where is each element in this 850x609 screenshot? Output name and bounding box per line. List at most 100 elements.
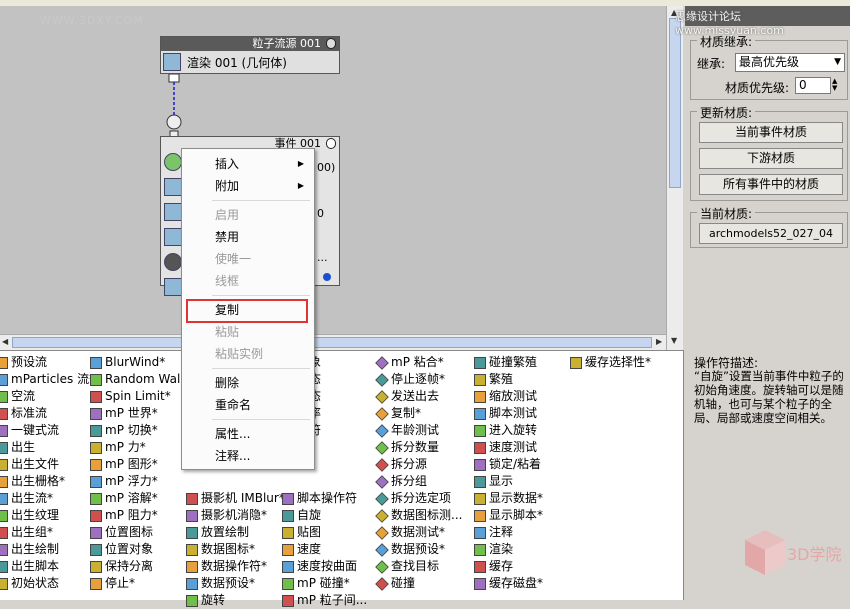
menu-item-paste-instanced[interactable]: 粘贴实例 <box>182 343 314 365</box>
depot-item[interactable]: 出生组* <box>0 524 95 541</box>
depot-item[interactable]: 数据测试* <box>375 524 462 541</box>
depot-item[interactable]: 显示数据* <box>474 490 543 507</box>
depot-item[interactable]: 出生流* <box>0 490 95 507</box>
vertical-scroll-thumb[interactable] <box>669 18 681 188</box>
depot-item[interactable]: 自旋 <box>282 507 367 524</box>
output-dot-icon[interactable] <box>323 273 331 281</box>
depot-item[interactable]: mP 力* <box>90 439 193 456</box>
depot-item[interactable]: 出生脚本 <box>0 558 95 575</box>
material-priority-spinner[interactable]: 0 ▲ ▼ <box>795 77 837 94</box>
menu-item-append[interactable]: 附加 ▶ <box>182 175 314 197</box>
downstream-material-button[interactable]: 下游材质 <box>699 148 843 169</box>
depot-item[interactable]: 显示 <box>474 473 543 490</box>
depot-item[interactable]: 缓存 <box>474 558 543 575</box>
depot-item[interactable]: 数据预设* <box>186 575 285 592</box>
depot-item[interactable]: 碰撞繁殖 <box>474 354 543 371</box>
depot-item[interactable]: mParticles 流* <box>0 371 95 388</box>
inherit-select[interactable]: 最高优先级 ▼ <box>735 53 845 72</box>
depot-item[interactable]: mP 图形* <box>90 456 193 473</box>
depot-item[interactable]: 停止逐帧* <box>375 371 462 388</box>
menu-item-disable[interactable]: 禁用 <box>182 226 314 248</box>
depot-item[interactable]: 缩放测试 <box>474 388 543 405</box>
depot-item[interactable]: 显示脚本* <box>474 507 543 524</box>
depot-item[interactable]: 空流 <box>0 388 95 405</box>
bulb-icon[interactable] <box>326 38 336 49</box>
menu-item-paste[interactable]: 粘贴 <box>182 321 314 343</box>
depot-item[interactable]: 数据操作符* <box>186 558 285 575</box>
depot-item[interactable]: 摄影机 IMBlur* <box>186 490 285 507</box>
depot-item[interactable]: mP 粘合* <box>375 354 462 371</box>
depot-item[interactable]: 出生栅格* <box>0 473 95 490</box>
menu-item-enable[interactable]: 启用 <box>182 204 314 226</box>
depot-item[interactable]: 贴图 <box>282 524 367 541</box>
depot-item[interactable]: 拆分源 <box>375 456 462 473</box>
depot-item[interactable]: mP 溶解* <box>90 490 193 507</box>
depot-item[interactable]: 出生纹理 <box>0 507 95 524</box>
menu-item-wire[interactable]: 线框 <box>182 270 314 292</box>
depot-item[interactable]: 年龄测试 <box>375 422 462 439</box>
depot-item[interactable]: 摄影机消隐* <box>186 507 285 524</box>
depot-item[interactable]: mP 世界* <box>90 405 193 422</box>
depot-item[interactable]: 标准流 <box>0 405 95 422</box>
depot-item[interactable]: 数据图标测... <box>375 507 462 524</box>
menu-item-make-unique[interactable]: 使唯一 <box>182 248 314 270</box>
depot-item[interactable]: 出生 <box>0 439 95 456</box>
depot-item[interactable]: 初始状态 <box>0 575 95 592</box>
depot-item[interactable]: 速度 <box>282 541 367 558</box>
depot-item[interactable]: 预设流 <box>0 354 95 371</box>
depot-item[interactable]: Spin Limit* <box>90 388 193 405</box>
current-event-material-button[interactable]: 当前事件材质 <box>699 122 843 143</box>
depot-item[interactable]: 拆分数量 <box>375 439 462 456</box>
depot-item[interactable]: 停止* <box>90 575 193 592</box>
scroll-right-icon[interactable]: ▶ <box>656 337 662 346</box>
all-events-material-button[interactable]: 所有事件中的材质 <box>699 174 843 195</box>
menu-item-comments[interactable]: 注释... <box>182 445 314 467</box>
depot-item[interactable]: Random Walk* <box>90 371 193 388</box>
depot-item[interactable]: 拆分组 <box>375 473 462 490</box>
depot-item[interactable]: 锁定/粘着 <box>474 456 543 473</box>
depot-item[interactable]: mP 阻力* <box>90 507 193 524</box>
depot-item[interactable]: mP 浮力* <box>90 473 193 490</box>
depot-item[interactable]: mP 切换* <box>90 422 193 439</box>
depot-item[interactable]: 位置对象 <box>90 541 193 558</box>
depot-item[interactable]: 查找目标 <box>375 558 462 575</box>
depot-item[interactable]: 速度测试 <box>474 439 543 456</box>
scroll-down-icon[interactable]: ▼ <box>671 336 677 345</box>
menu-item-rename[interactable]: 重命名 <box>182 394 314 416</box>
depot-item[interactable]: mP 粒子间... <box>282 592 367 609</box>
depot-item[interactable]: 渲染 <box>474 541 543 558</box>
depot-item[interactable]: 数据图标* <box>186 541 285 558</box>
source-node-row[interactable]: 渲染 001 (几何体) <box>161 51 339 73</box>
depot-item[interactable]: 拆分选定项 <box>375 490 462 507</box>
depot-item[interactable]: 出生文件 <box>0 456 95 473</box>
depot-item[interactable]: 注释 <box>474 524 543 541</box>
depot-item[interactable]: 缓存选择性* <box>570 354 651 371</box>
horizontal-scroll-thumb[interactable] <box>12 337 652 348</box>
depot-item[interactable]: BlurWind* <box>90 354 193 371</box>
depot-item[interactable]: 放置绘制 <box>186 524 285 541</box>
bulb-icon[interactable] <box>326 138 336 149</box>
depot-item[interactable]: 碰撞 <box>375 575 462 592</box>
vertical-scrollbar[interactable]: ▲ ▼ <box>666 6 683 350</box>
menu-item-delete[interactable]: 删除 <box>182 372 314 394</box>
depot-item[interactable]: 缓存磁盘* <box>474 575 543 592</box>
source-node[interactable]: 粒子流源 001 渲染 001 (几何体) <box>160 36 340 74</box>
depot-item[interactable]: 保持分离 <box>90 558 193 575</box>
depot-item[interactable]: 发送出去 <box>375 388 462 405</box>
spinner-arrows-icon[interactable]: ▲ ▼ <box>832 78 842 93</box>
depot-item[interactable]: 繁殖 <box>474 371 543 388</box>
particle-view-canvas[interactable]: WWW.3DXY.COM 粒子流源 001 渲染 001 (几何体) 事件 00… <box>0 6 666 334</box>
depot-item[interactable]: mP 碰撞* <box>282 575 367 592</box>
depot-item[interactable]: 数据预设* <box>375 541 462 558</box>
depot-item[interactable]: 速度按曲面 <box>282 558 367 575</box>
menu-item-properties[interactable]: 属性... <box>182 423 314 445</box>
depot-item[interactable]: 脚本测试 <box>474 405 543 422</box>
depot-item[interactable]: 一键式流 <box>0 422 95 439</box>
depot-item[interactable]: 位置图标 <box>90 524 193 541</box>
current-material-button[interactable]: archmodels52_027_04 <box>699 223 843 244</box>
depot-item[interactable]: 脚本操作符 <box>282 490 367 507</box>
menu-item-insert[interactable]: 插入 ▶ <box>182 153 314 175</box>
scroll-left-icon[interactable]: ◀ <box>2 337 8 346</box>
depot-item[interactable]: 旋转 <box>186 592 285 609</box>
depot-item[interactable]: 复制* <box>375 405 462 422</box>
